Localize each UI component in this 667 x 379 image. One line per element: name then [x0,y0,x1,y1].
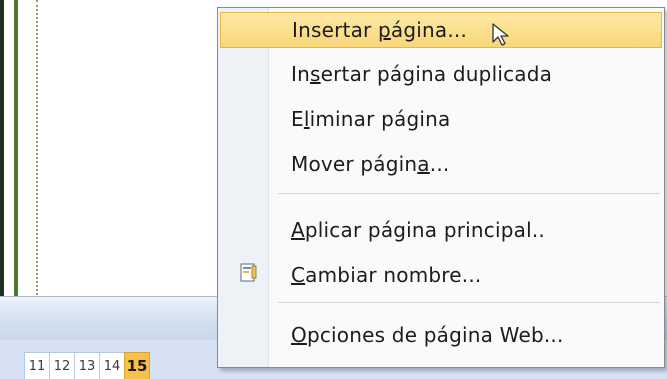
page-margin-guide [36,0,38,295]
menu-item-label: Aplicar página principal.. [291,218,545,242]
menu-item-aplicar-pagina-principal[interactable]: Aplicar página principal.. [220,212,662,248]
page-tab-11[interactable]: 11 [24,352,50,379]
page-context-menu: Insertar página... Insertar página dupli… [217,7,665,368]
menu-item-insertar-pagina[interactable]: Insertar página... [220,12,662,48]
mouse-pointer-icon [492,23,509,46]
menu-item-label: Insertar página... [292,18,468,42]
menu-item-cambiar-nombre[interactable]: Cambiar nombre... [220,257,662,293]
window-edge [0,0,4,300]
menu-item-label: Eliminar página [291,107,451,131]
page-tab-13[interactable]: 13 [74,352,100,379]
menu-separator [278,302,660,303]
menu-item-opciones-pagina-web[interactable]: Opciones de página Web... [220,317,662,353]
rename-page-icon [240,263,257,282]
menu-separator [278,193,660,194]
menu-item-label: Insertar página duplicada [291,62,553,86]
page-tabs: 11 12 13 14 15 [24,352,150,379]
page-tab-12[interactable]: 12 [49,352,75,379]
menu-item-insertar-pagina-duplicada[interactable]: Insertar página duplicada [220,56,662,92]
page-tab-15[interactable]: 15 [124,352,150,379]
menu-item-mover-pagina[interactable]: Mover página... [220,146,662,182]
menu-item-label: Opciones de página Web... [291,323,564,347]
menu-item-label: Cambiar nombre... [291,263,482,287]
menu-item-eliminar-pagina[interactable]: Eliminar página [220,101,662,137]
menu-item-label: Mover página... [291,152,450,176]
page-tab-14[interactable]: 14 [99,352,125,379]
